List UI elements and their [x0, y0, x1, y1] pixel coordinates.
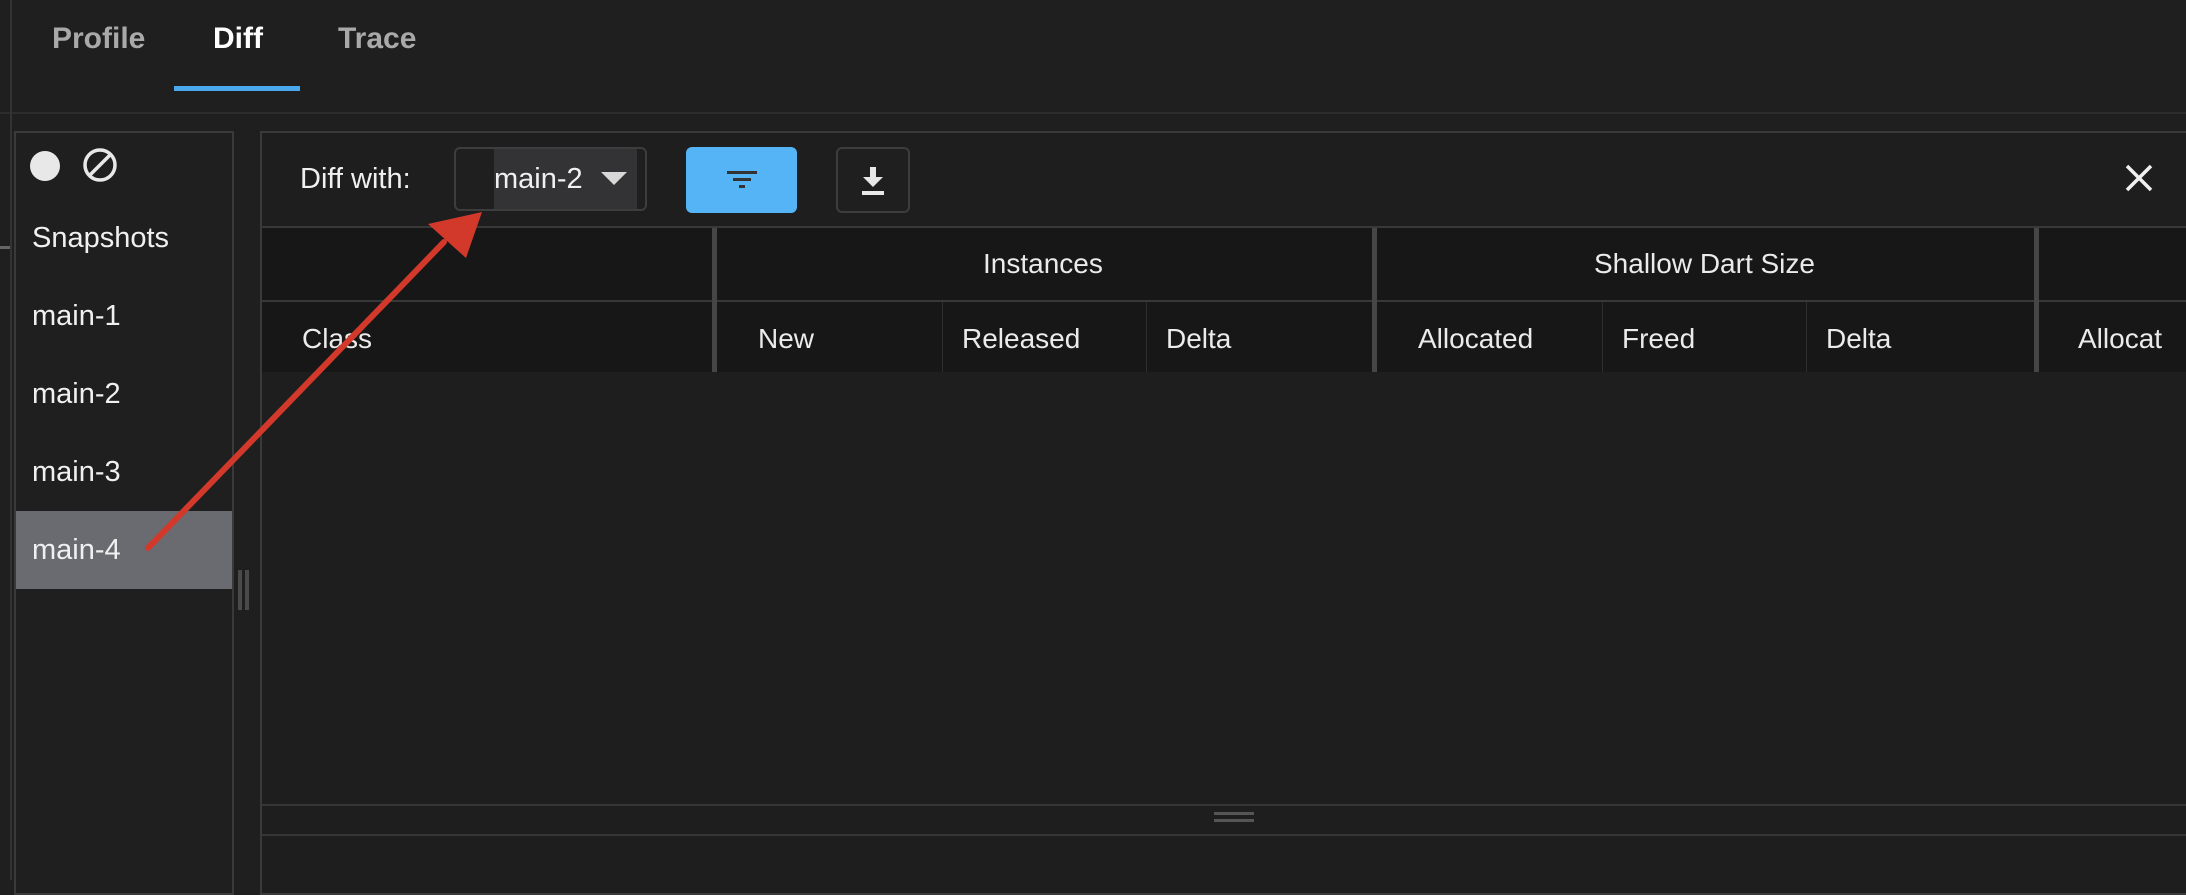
- annotation-arrow: [145, 212, 482, 551]
